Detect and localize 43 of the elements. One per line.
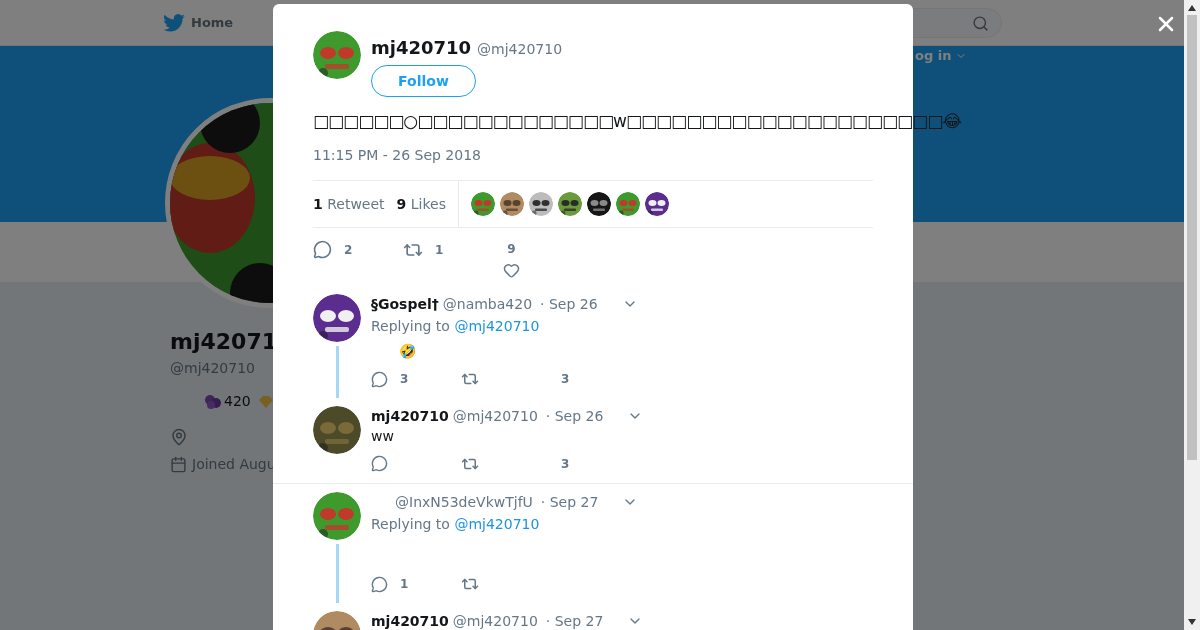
author-handle[interactable]: @InxN53deVkwTjfU — [395, 491, 533, 513]
author-handle[interactable]: @mj420710 — [452, 405, 538, 427]
author-handle[interactable]: @namba420 — [442, 293, 533, 315]
tweet-date[interactable]: · Sep 27 — [545, 610, 604, 630]
author-name[interactable]: mj420710 — [371, 610, 449, 630]
location-icon — [170, 428, 188, 446]
profile-handle: @mj420710 — [170, 359, 256, 378]
scroll-thumb[interactable] — [1187, 15, 1197, 460]
gem-icon — [258, 395, 273, 408]
replying-label: Replying to — [371, 318, 451, 334]
replying-label: Replying to — [371, 516, 451, 532]
reply-icon[interactable] — [371, 370, 388, 388]
search-icon[interactable] — [972, 14, 989, 32]
tweet-date[interactable]: · Sep 26 — [540, 293, 598, 315]
profile-name: mj42071 — [170, 328, 277, 356]
author-name[interactable]: mj420710 — [371, 34, 472, 61]
author-handle[interactable]: @mj420710 — [477, 39, 563, 60]
author-name[interactable]: mj420710 — [371, 405, 449, 427]
home-link[interactable]: Home — [191, 12, 234, 33]
reply-count: 3 — [400, 371, 409, 388]
mention-link[interactable]: @mj420710 — [454, 516, 540, 532]
scroll-up-icon[interactable] — [1188, 5, 1196, 11]
heart-icon[interactable] — [503, 262, 520, 279]
reply-text: 🤣 — [398, 342, 417, 361]
tweet-date[interactable]: · Sep 26 — [545, 405, 604, 427]
grape-icon — [204, 393, 222, 410]
stat-count[interactable]: 9 Likes — [396, 193, 446, 215]
reply-text: ww — [371, 427, 395, 446]
like-count: 9 — [507, 241, 516, 258]
profile-bio: 420 — [224, 392, 251, 411]
like-count: 3 — [561, 371, 570, 388]
author-name[interactable]: §Gospel† — [371, 293, 439, 315]
scroll-down-icon[interactable] — [1188, 619, 1196, 625]
calendar-icon — [170, 456, 187, 473]
reply-icon[interactable] — [371, 575, 388, 593]
author-handle[interactable]: @mj420710 — [452, 610, 538, 630]
retweet-count: 1 — [435, 242, 444, 259]
reply-count: 1 — [400, 576, 409, 593]
reply-icon[interactable] — [371, 455, 388, 472]
like-count: 3 — [561, 456, 570, 473]
scrollbar[interactable] — [1184, 0, 1200, 630]
tweet-date[interactable]: · Sep 27 — [540, 491, 599, 513]
mention-link[interactable]: @mj420710 — [454, 318, 540, 334]
